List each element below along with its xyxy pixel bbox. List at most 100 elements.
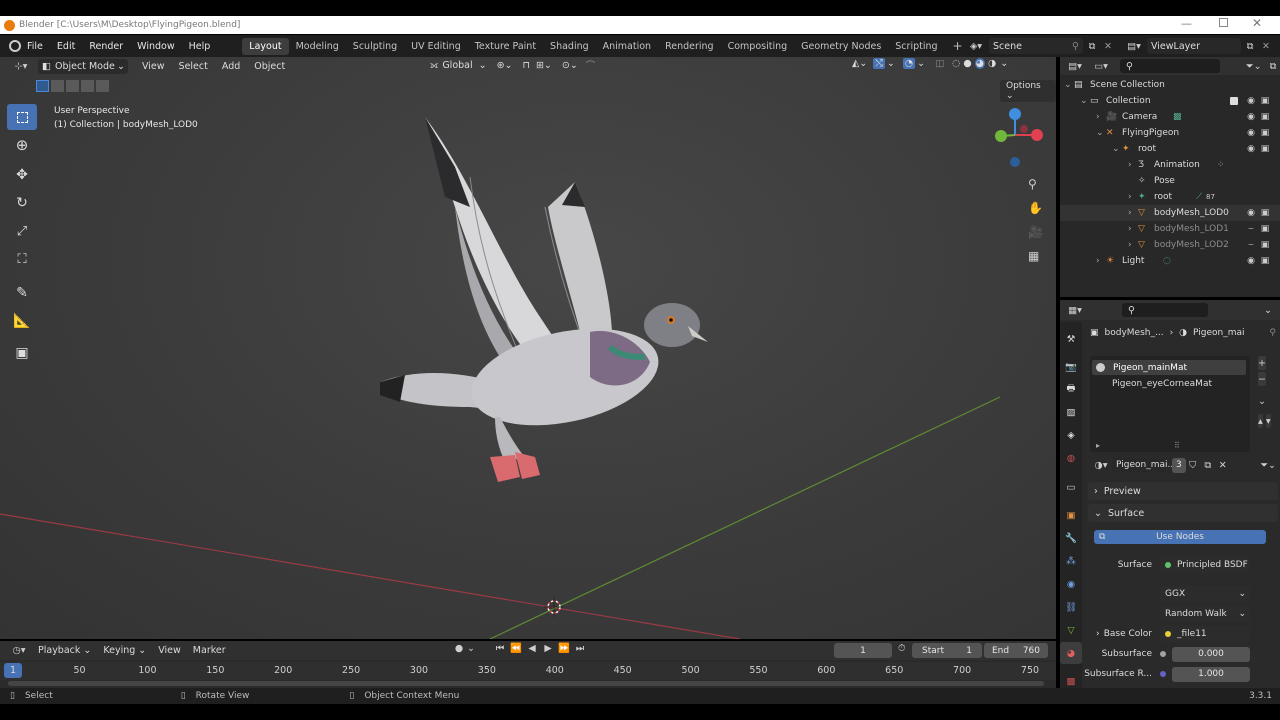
world-tab-icon[interactable]: ◍ — [1060, 447, 1082, 469]
delete-scene-icon[interactable]: ✕ — [1101, 41, 1115, 52]
add-slot-icon[interactable]: + — [1258, 356, 1266, 370]
outliner-item[interactable]: › ▽ bodyMesh_LOD0 ◉ ▣ — [1060, 205, 1280, 221]
tab-modeling[interactable]: Modeling — [289, 38, 346, 55]
frame-ruler[interactable]: 1 50 100 150 200 250 300 350 400 450 500 550 600 650… — [0, 662, 1056, 680]
outliner-item[interactable]: › 🎥 Camera ◉ ▣ ▩ — [1060, 109, 1280, 125]
jump-start-icon[interactable]: ⏮ — [492, 643, 508, 654]
move-up-icon[interactable]: ▴ — [1258, 414, 1263, 428]
base-color-field[interactable]: _file11 — [1160, 626, 1250, 642]
render-camera-icon[interactable]: ▣ — [1258, 256, 1272, 266]
tab-geometry-nodes[interactable]: Geometry Nodes — [794, 38, 888, 55]
modifier-tab-icon[interactable]: 🔧 — [1060, 527, 1082, 549]
chevron-right-icon[interactable]: › — [1096, 629, 1100, 639]
chevron-right-icon[interactable]: › — [1128, 240, 1132, 250]
outliner-item[interactable]: ⌄ ✦ root ◉ ▣ — [1060, 141, 1280, 157]
timeline-menu-view[interactable]: View — [158, 645, 181, 656]
slot-menu-icon[interactable]: ⌄ — [1258, 394, 1266, 408]
scene-selector[interactable]: Scene ⚲ — [989, 38, 1083, 54]
chevron-right-icon[interactable]: › — [1096, 256, 1100, 266]
maximize-button[interactable] — [1219, 18, 1228, 27]
view-layer-selector[interactable]: ViewLayer — [1147, 38, 1241, 54]
chevron-right-icon[interactable]: › — [1096, 112, 1100, 122]
move-down-icon[interactable]: ▾ — [1265, 414, 1271, 428]
delete-view-layer-icon[interactable]: ✕ — [1259, 41, 1273, 52]
ortho-grid-icon[interactable]: ▦ — [1028, 244, 1039, 268]
material-slot-item[interactable]: Pigeon_mainMat — [1092, 360, 1246, 375]
material-name-field[interactable]: Pigeon_mai... — [1112, 457, 1176, 473]
texture-tab-icon[interactable]: ▩ — [1060, 670, 1082, 688]
render-camera-icon[interactable]: ▣ — [1258, 112, 1272, 122]
particles-tab-icon[interactable]: ⁂ — [1060, 550, 1082, 572]
output-tab-icon[interactable]: 🖶 — [1060, 378, 1082, 400]
chevron-down-icon[interactable]: ⌄ — [1112, 144, 1120, 154]
chevron-down-icon[interactable]: ⌄ — [1096, 128, 1104, 138]
timeline-menu-keying[interactable]: Keying ⌄ — [103, 645, 146, 656]
outliner-search-field[interactable]: ⚲ — [1120, 59, 1220, 73]
tab-rendering[interactable]: Rendering — [658, 38, 721, 55]
outliner-item[interactable]: › Ʒ Animation ⁘ — [1060, 157, 1280, 173]
eye-icon[interactable]: ◉ — [1244, 256, 1258, 266]
properties-search-field[interactable]: ⚲ — [1122, 303, 1208, 317]
eye-icon[interactable]: ◉ — [1244, 96, 1258, 106]
hand-pan-icon[interactable]: ✋ — [1028, 196, 1043, 220]
tab-shading[interactable]: Shading — [543, 38, 596, 55]
play-reverse-icon[interactable]: ◀ — [524, 643, 540, 654]
unlink-material-icon[interactable]: ✕ — [1216, 460, 1230, 471]
view-layer-icon[interactable]: ▤▾ — [1121, 41, 1147, 52]
material-slot-item[interactable]: Pigeon_eyeCorneaMat — [1092, 376, 1246, 391]
chevron-down-icon[interactable]: ⌄ — [1064, 80, 1072, 90]
render-camera-icon[interactable]: ▣ — [1258, 144, 1272, 154]
camera-view-icon[interactable]: 🎥 — [1028, 220, 1043, 244]
record-icon[interactable]: ● — [452, 643, 466, 654]
render-camera-icon[interactable]: ▣ — [1258, 96, 1272, 106]
play-icon[interactable]: ▶ — [540, 643, 556, 654]
preview-panel-header[interactable]: › Preview — [1088, 482, 1278, 500]
tab-animation[interactable]: Animation — [596, 38, 658, 55]
material-browse-icon[interactable]: ◑▾ — [1090, 460, 1112, 471]
blender-menu-icon[interactable] — [9, 40, 21, 52]
navigation-gizmo[interactable] — [988, 102, 1048, 170]
physics-tab-icon[interactable]: ◉ — [1060, 573, 1082, 595]
new-collection-icon[interactable]: ⧉ — [1270, 61, 1277, 72]
list-expand-icon[interactable]: ▸ — [1096, 441, 1100, 450]
outliner-item[interactable]: › ▽ bodyMesh_LOD1 ⌣ ▣ — [1060, 221, 1280, 237]
pin-icon[interactable]: ⚲ — [1269, 328, 1276, 338]
add-workspace-icon[interactable]: + — [953, 39, 963, 53]
tool-tab-icon[interactable]: ⚒ — [1060, 328, 1082, 350]
tab-texture-paint[interactable]: Texture Paint — [468, 38, 543, 55]
pin-icon[interactable]: ⚲ — [1072, 41, 1079, 52]
link-mode-icon[interactable]: ⏷⌄ — [1260, 460, 1276, 471]
new-view-layer-icon[interactable]: ⧉ — [1241, 41, 1259, 52]
tab-sculpting[interactable]: Sculpting — [346, 38, 404, 55]
render-camera-icon[interactable]: ▣ — [1258, 240, 1272, 250]
close-button[interactable]: ✕ — [1252, 16, 1262, 30]
list-resize-handle[interactable]: ⠿ — [1174, 441, 1180, 450]
outliner-item[interactable]: › ✦ root ⟋ 87 — [1060, 189, 1280, 205]
viewport[interactable]: ⊹▾ ◧ Object Mode ⌄ View Select Add Object ⟗… — [0, 57, 1056, 639]
menu-render[interactable]: Render — [89, 41, 123, 52]
timeline-scrollbar[interactable] — [8, 681, 1044, 686]
render-camera-icon[interactable]: ▣ — [1258, 224, 1272, 234]
outliner-item[interactable]: › ☀ Light ◉ ▣ ◌ — [1060, 253, 1280, 269]
render-camera-icon[interactable]: ▣ — [1258, 208, 1272, 218]
chevron-right-icon[interactable]: › — [1128, 160, 1132, 170]
data-tab-icon[interactable]: ▽ — [1060, 619, 1082, 641]
eye-icon[interactable]: ◉ — [1244, 144, 1258, 154]
timeline-menu-playback[interactable]: Playback ⌄ — [38, 645, 91, 656]
exclude-checkbox[interactable] — [1230, 97, 1238, 105]
outliner-item[interactable]: ⌄ ✕ FlyingPigeon ◉ ▣ — [1060, 125, 1280, 141]
scene-tab-icon[interactable]: ◈ — [1060, 424, 1082, 446]
surface-panel-header[interactable]: ⌄ Surface — [1088, 504, 1278, 522]
tab-layout[interactable]: Layout — [242, 37, 289, 55]
outliner-item[interactable]: ⌄ ▭ Collection ◉ ▣ — [1060, 93, 1280, 109]
timeline-menu-marker[interactable]: Marker — [193, 645, 226, 656]
zoom-icon[interactable]: ⚲ — [1028, 172, 1037, 196]
outliner-editor-icon[interactable]: ▤▾ — [1060, 61, 1090, 72]
collection-tab-icon[interactable]: ▭ — [1060, 476, 1082, 498]
outliner-item[interactable]: › ▽ bodyMesh_LOD2 ⌣ ▣ — [1060, 237, 1280, 253]
surface-shader-field[interactable]: Principled BSDF — [1160, 557, 1250, 573]
stopwatch-icon[interactable]: ⏱ — [898, 643, 905, 654]
eye-icon[interactable]: ◉ — [1244, 208, 1258, 218]
current-frame-field[interactable]: 1 — [834, 643, 892, 658]
chevron-right-icon[interactable]: › — [1128, 192, 1132, 202]
